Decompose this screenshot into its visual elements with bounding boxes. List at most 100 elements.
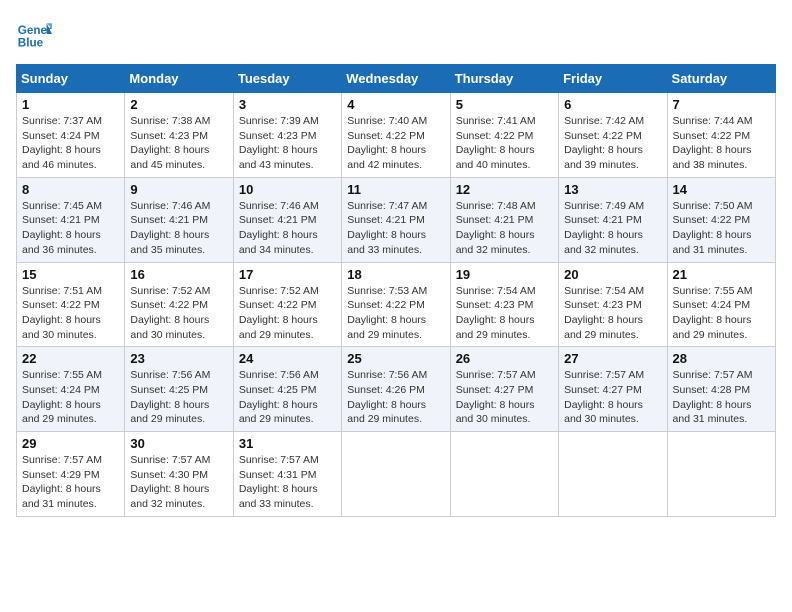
day-cell-3: 3 Sunrise: 7:39 AMSunset: 4:23 PMDaylight… — [233, 93, 341, 178]
day-cell-19: 19Sunrise: 7:54 AMSunset: 4:23 PMDayligh… — [450, 262, 558, 347]
day-cell-2: 2 Sunrise: 7:38 AMSunset: 4:23 PMDaylight… — [125, 93, 233, 178]
header-tuesday: Tuesday — [233, 65, 341, 93]
day-info-25: Sunrise: 7:56 AMSunset: 4:26 PMDaylight:… — [347, 368, 444, 427]
day-number-24: 24 — [239, 351, 336, 366]
day-cell-30: 30 Sunrise: 7:57 AMSunset: 4:30 PMDayligh… — [125, 432, 233, 517]
day-info-28: Sunrise: 7:57 AMSunset: 4:28 PMDaylight:… — [673, 368, 770, 427]
day-info-31: Sunrise: 7:57 AMSunset: 4:31 PMDaylight:… — [239, 453, 336, 512]
day-info-29: Sunrise: 7:57 AMSunset: 4:29 PMDaylight:… — [22, 453, 119, 512]
day-number-6: 6 — [564, 97, 661, 112]
day-info-30: Sunrise: 7:57 AMSunset: 4:30 PMDaylight:… — [130, 453, 227, 512]
day-cell-17: 17 Sunrise: 7:52 AMSunset: 4:22 PMDayligh… — [233, 262, 341, 347]
week-row-1: 1Sunrise: 7:37 AMSunset: 4:24 PMDaylight… — [17, 93, 776, 178]
day-number-23: 23 — [130, 351, 227, 366]
day-number-15: 15 — [22, 267, 119, 282]
day-cell-16: 16 Sunrise: 7:52 AMSunset: 4:22 PMDayligh… — [125, 262, 233, 347]
day-cell-22: 22 Sunrise: 7:55 AMSunset: 4:24 PMDayligh… — [17, 347, 125, 432]
day-cell-12: 12 Sunrise: 7:48 AMSunset: 4:21 PMDayligh… — [450, 177, 558, 262]
empty-cell — [342, 432, 450, 517]
day-cell-24: 24 Sunrise: 7:56 AMSunset: 4:25 PMDayligh… — [233, 347, 341, 432]
day-cell-20: 20Sunrise: 7:54 AMSunset: 4:23 PMDayligh… — [559, 262, 667, 347]
day-cell-13: 13 Sunrise: 7:49 AMSunset: 4:21 PMDayligh… — [559, 177, 667, 262]
day-number-12: 12 — [456, 182, 553, 197]
day-info-24: Sunrise: 7:56 AMSunset: 4:25 PMDaylight:… — [239, 368, 336, 427]
day-info-19: Sunrise: 7:54 AMSunset: 4:23 PMDaylight:… — [456, 284, 553, 343]
day-number-31: 31 — [239, 436, 336, 451]
day-info-15: Sunrise: 7:51 AMSunset: 4:22 PMDaylight:… — [22, 284, 119, 343]
header-sunday: Sunday — [17, 65, 125, 93]
day-cell-18: 18 Sunrise: 7:53 AMSunset: 4:22 PMDayligh… — [342, 262, 450, 347]
day-info-16: Sunrise: 7:52 AMSunset: 4:22 PMDaylight:… — [130, 284, 227, 343]
header-friday: Friday — [559, 65, 667, 93]
empty-cell — [559, 432, 667, 517]
day-cell-27: 27Sunrise: 7:57 AMSunset: 4:27 PMDayligh… — [559, 347, 667, 432]
day-info-10: Sunrise: 7:46 AMSunset: 4:21 PMDaylight:… — [239, 199, 336, 258]
day-cell-14: 14 Sunrise: 7:50 AMSunset: 4:22 PMDayligh… — [667, 177, 775, 262]
day-info-9: Sunrise: 7:46 AMSunset: 4:21 PMDaylight:… — [130, 199, 227, 258]
header-thursday: Thursday — [450, 65, 558, 93]
day-number-28: 28 — [673, 351, 770, 366]
day-number-2: 2 — [130, 97, 227, 112]
day-info-7: Sunrise: 7:44 AMSunset: 4:22 PMDaylight:… — [673, 114, 770, 173]
day-number-29: 29 — [22, 436, 119, 451]
day-info-13: Sunrise: 7:49 AMSunset: 4:21 PMDaylight:… — [564, 199, 661, 258]
day-number-16: 16 — [130, 267, 227, 282]
svg-text:Blue: Blue — [18, 37, 44, 50]
day-info-17: Sunrise: 7:52 AMSunset: 4:22 PMDaylight:… — [239, 284, 336, 343]
day-number-18: 18 — [347, 267, 444, 282]
day-info-23: Sunrise: 7:56 AMSunset: 4:25 PMDaylight:… — [130, 368, 227, 427]
day-info-14: Sunrise: 7:50 AMSunset: 4:22 PMDaylight:… — [673, 199, 770, 258]
week-row-3: 15 Sunrise: 7:51 AMSunset: 4:22 PMDayligh… — [17, 262, 776, 347]
day-number-1: 1 — [22, 97, 119, 112]
day-cell-21: 21 Sunrise: 7:55 AMSunset: 4:24 PMDayligh… — [667, 262, 775, 347]
day-cell-15: 15 Sunrise: 7:51 AMSunset: 4:22 PMDayligh… — [17, 262, 125, 347]
day-cell-29: 29 Sunrise: 7:57 AMSunset: 4:29 PMDayligh… — [17, 432, 125, 517]
day-info-6: Sunrise: 7:42 AMSunset: 4:22 PMDaylight:… — [564, 114, 661, 173]
day-info-22: Sunrise: 7:55 AMSunset: 4:24 PMDaylight:… — [22, 368, 119, 427]
day-cell-31: 31 Sunrise: 7:57 AMSunset: 4:31 PMDayligh… — [233, 432, 341, 517]
day-number-17: 17 — [239, 267, 336, 282]
day-cell-10: 10Sunrise: 7:46 AMSunset: 4:21 PMDayligh… — [233, 177, 341, 262]
day-number-8: 8 — [22, 182, 119, 197]
day-number-21: 21 — [673, 267, 770, 282]
logo-icon: General Blue — [16, 16, 52, 52]
day-info-5: Sunrise: 7:41 AMSunset: 4:22 PMDaylight:… — [456, 114, 553, 173]
week-row-2: 8 Sunrise: 7:45 AMSunset: 4:21 PMDaylight… — [17, 177, 776, 262]
day-number-20: 20 — [564, 267, 661, 282]
day-info-18: Sunrise: 7:53 AMSunset: 4:22 PMDaylight:… — [347, 284, 444, 343]
day-number-9: 9 — [130, 182, 227, 197]
day-cell-11: 11 Sunrise: 7:47 AMSunset: 4:21 PMDayligh… — [342, 177, 450, 262]
day-info-26: Sunrise: 7:57 AMSunset: 4:27 PMDaylight:… — [456, 368, 553, 427]
day-cell-25: 25Sunrise: 7:56 AMSunset: 4:26 PMDayligh… — [342, 347, 450, 432]
day-number-26: 26 — [456, 351, 553, 366]
day-info-12: Sunrise: 7:48 AMSunset: 4:21 PMDaylight:… — [456, 199, 553, 258]
day-cell-7: 7 Sunrise: 7:44 AMSunset: 4:22 PMDaylight… — [667, 93, 775, 178]
day-cell-26: 26 Sunrise: 7:57 AMSunset: 4:27 PMDayligh… — [450, 347, 558, 432]
day-info-11: Sunrise: 7:47 AMSunset: 4:21 PMDaylight:… — [347, 199, 444, 258]
week-row-4: 22 Sunrise: 7:55 AMSunset: 4:24 PMDayligh… — [17, 347, 776, 432]
day-number-27: 27 — [564, 351, 661, 366]
day-number-22: 22 — [22, 351, 119, 366]
day-info-2: Sunrise: 7:38 AMSunset: 4:23 PMDaylight:… — [130, 114, 227, 173]
day-info-8: Sunrise: 7:45 AMSunset: 4:21 PMDaylight:… — [22, 199, 119, 258]
day-cell-5: 5 Sunrise: 7:41 AMSunset: 4:22 PMDaylight… — [450, 93, 558, 178]
day-number-3: 3 — [239, 97, 336, 112]
day-number-30: 30 — [130, 436, 227, 451]
day-number-7: 7 — [673, 97, 770, 112]
day-cell-8: 8 Sunrise: 7:45 AMSunset: 4:21 PMDaylight… — [17, 177, 125, 262]
day-info-21: Sunrise: 7:55 AMSunset: 4:24 PMDaylight:… — [673, 284, 770, 343]
day-number-5: 5 — [456, 97, 553, 112]
day-cell-1: 1Sunrise: 7:37 AMSunset: 4:24 PMDaylight… — [17, 93, 125, 178]
week-row-5: 29 Sunrise: 7:57 AMSunset: 4:29 PMDayligh… — [17, 432, 776, 517]
day-info-3: Sunrise: 7:39 AMSunset: 4:23 PMDaylight:… — [239, 114, 336, 173]
header-monday: Monday — [125, 65, 233, 93]
empty-cell — [450, 432, 558, 517]
day-number-4: 4 — [347, 97, 444, 112]
day-number-14: 14 — [673, 182, 770, 197]
day-cell-23: 23 Sunrise: 7:56 AMSunset: 4:25 PMDayligh… — [125, 347, 233, 432]
day-number-11: 11 — [347, 182, 444, 197]
empty-cell — [667, 432, 775, 517]
day-number-13: 13 — [564, 182, 661, 197]
header-saturday: Saturday — [667, 65, 775, 93]
day-cell-4: 4Sunrise: 7:40 AMSunset: 4:22 PMDaylight… — [342, 93, 450, 178]
